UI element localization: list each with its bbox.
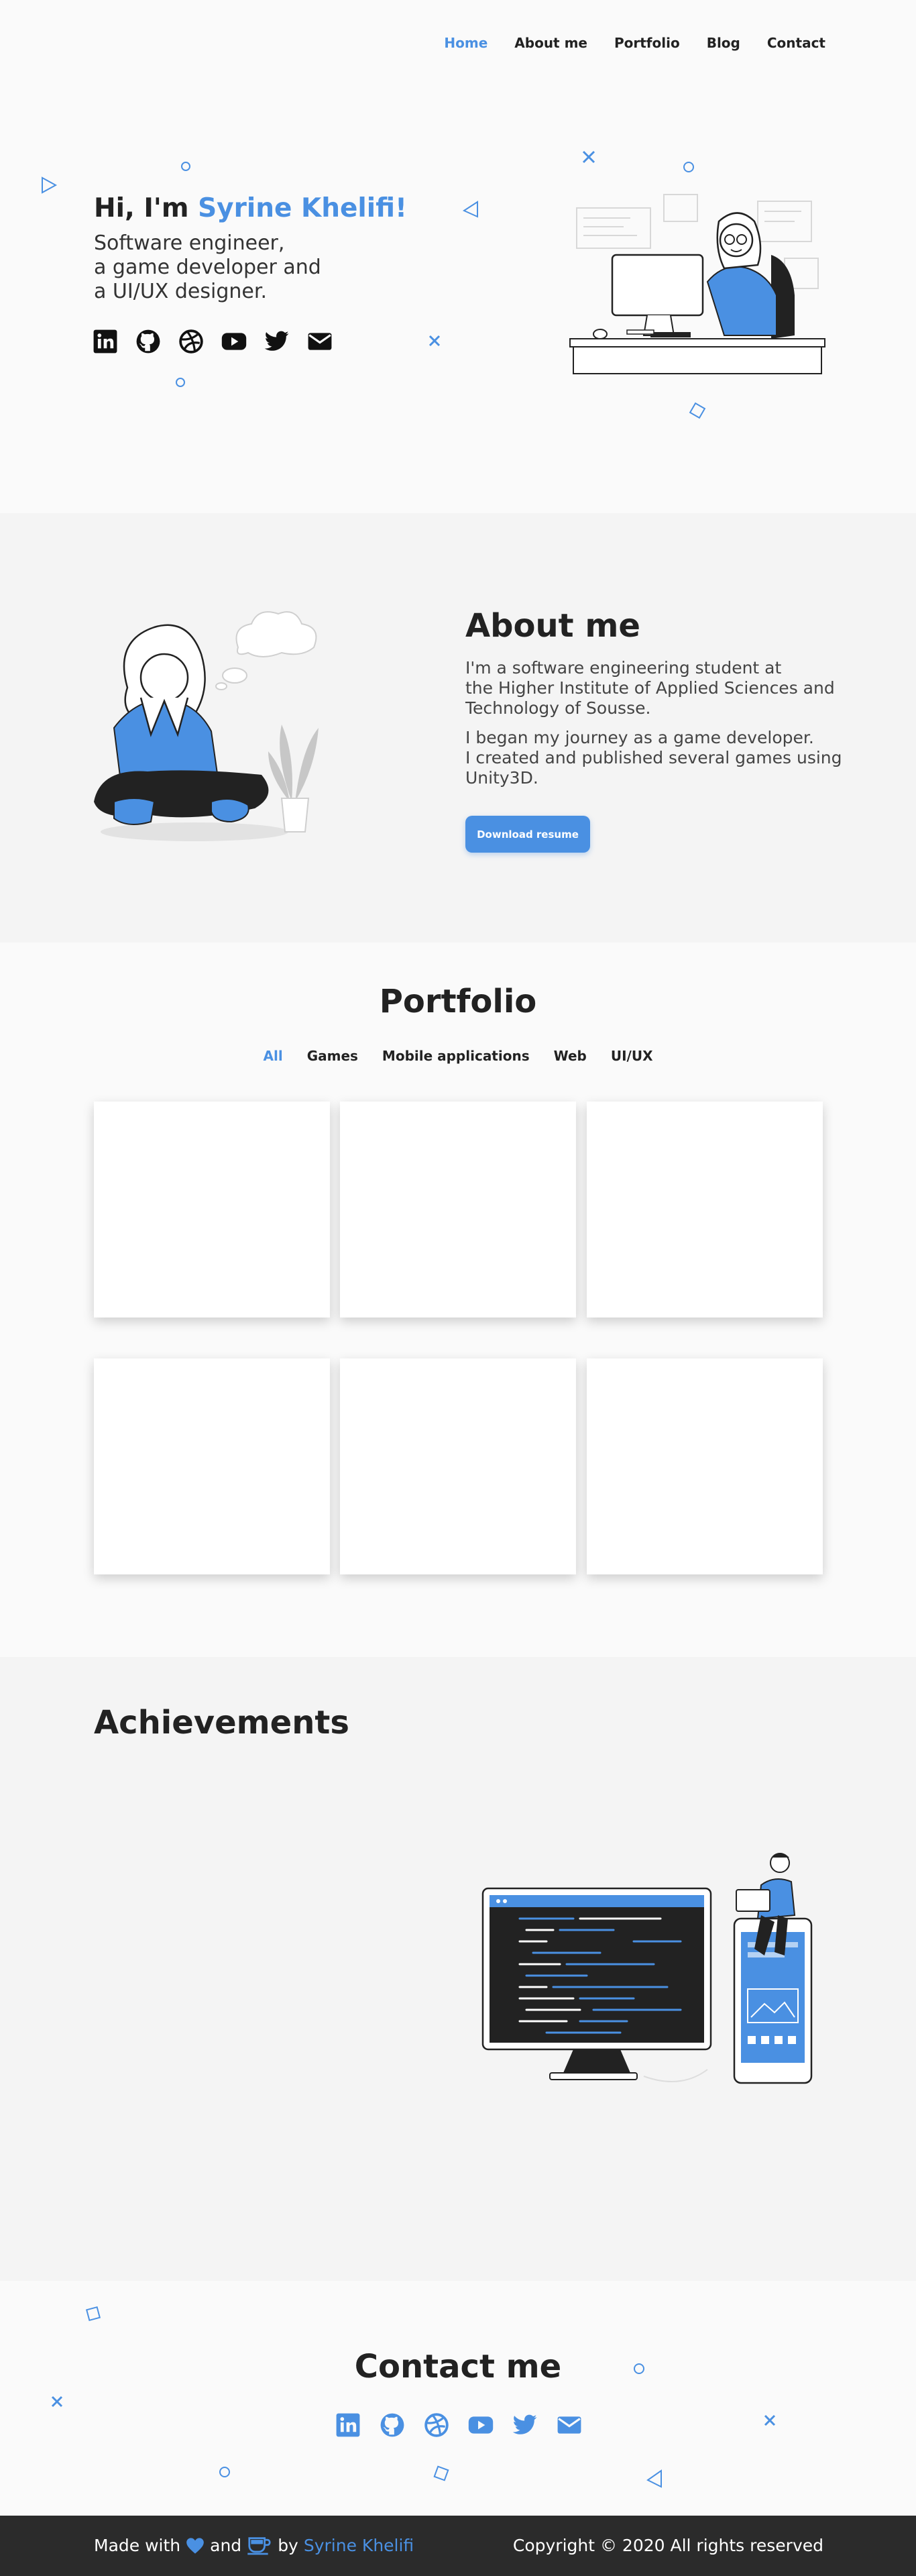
portfolio-card[interactable] — [340, 1102, 576, 1318]
youtube-icon — [468, 2416, 494, 2434]
developer-illustration — [569, 194, 825, 374]
circle-deco-icon — [219, 2467, 230, 2477]
heart-icon — [186, 2537, 204, 2554]
coding-illustration — [481, 1853, 813, 2084]
hero-subtitle-line: a UI/UX designer. — [94, 280, 267, 303]
portfolio-card[interactable] — [587, 1358, 823, 1574]
circle-deco-icon — [176, 378, 185, 387]
footer-copyright: Copyright © 2020 All rights reserved — [512, 2536, 823, 2555]
hero-title: Hi, I'm Syrine Khelifi! — [94, 193, 407, 223]
about-paragraph: I'm a software engineering student at th… — [465, 658, 881, 718]
about-title: About me — [465, 607, 640, 645]
linkedin-icon — [93, 329, 117, 354]
portfolio-card[interactable] — [587, 1102, 823, 1318]
linkedin-link[interactable] — [335, 2412, 361, 2438]
about-line: Unity3D. — [465, 768, 538, 788]
triangle-deco-icon — [462, 201, 478, 218]
nav-blog[interactable]: Blog — [707, 35, 740, 51]
contact-social-links — [335, 2412, 582, 2438]
hero-subtitle-line: a game developer and — [94, 256, 321, 279]
achievements-section: Achievements — [0, 1657, 916, 2281]
nav-about[interactable]: About me — [514, 35, 587, 51]
linkedin-icon — [336, 2413, 360, 2437]
filter-web[interactable]: Web — [554, 1048, 587, 1064]
cross-deco-icon — [764, 2414, 776, 2426]
footer-and: and — [210, 2536, 242, 2555]
dribbble-link[interactable] — [424, 2412, 449, 2438]
square-deco-icon — [689, 402, 706, 419]
github-link[interactable] — [380, 2412, 405, 2438]
triangle-deco-icon — [646, 2469, 662, 2488]
twitter-icon — [512, 2414, 537, 2434]
dribbble-link[interactable] — [178, 329, 204, 354]
about-paragraph: I began my journey as a game developer. … — [465, 728, 881, 788]
cross-deco-icon — [582, 150, 595, 164]
about-line: I began my journey as a game developer. — [465, 728, 814, 747]
footer-credits: Made with and by Syrine Khelifi — [94, 2536, 414, 2555]
github-link[interactable] — [135, 329, 161, 354]
triangle-deco-icon — [42, 176, 58, 194]
footer-made-with: Made with — [94, 2536, 181, 2555]
portfolio-card[interactable] — [340, 1358, 576, 1574]
filter-all[interactable]: All — [263, 1048, 282, 1064]
cross-deco-icon — [428, 335, 441, 347]
square-deco-icon — [85, 2306, 101, 2322]
about-line: I created and published several games us… — [465, 748, 842, 767]
about-line: I'm a software engineering student at — [465, 658, 782, 678]
nav-contact[interactable]: Contact — [767, 35, 825, 51]
square-deco-icon — [433, 2465, 449, 2481]
youtube-icon — [221, 333, 247, 350]
thinking-girl-illustration — [94, 611, 319, 841]
circle-deco-icon — [683, 162, 694, 172]
filter-ui-ux[interactable]: UI/UX — [611, 1048, 653, 1064]
portfolio-title: Portfolio — [379, 983, 537, 1020]
portfolio-card[interactable] — [94, 1358, 330, 1574]
linkedin-link[interactable] — [93, 329, 118, 354]
contact-section: Contact me — [0, 2281, 916, 2516]
cross-deco-icon — [51, 2396, 63, 2408]
email-icon — [308, 333, 332, 350]
achievements-title: Achievements — [94, 1704, 349, 1741]
email-link[interactable] — [307, 329, 333, 354]
footer: Made with and by Syrine Khelifi Copyrigh… — [0, 2516, 916, 2576]
youtube-link[interactable] — [221, 329, 247, 354]
portfolio-section: Portfolio All Games Mobile applications … — [0, 943, 916, 1657]
dribbble-icon — [424, 2413, 449, 2437]
hero-section: Home About me Portfolio Blog Contact Hi,… — [0, 0, 916, 513]
github-icon — [380, 2413, 404, 2437]
email-link[interactable] — [557, 2412, 582, 2438]
hero-greeting: Hi, I'm — [94, 193, 198, 223]
main-nav: Home About me Portfolio Blog Contact — [444, 35, 825, 51]
nav-home[interactable]: Home — [444, 35, 488, 51]
youtube-link[interactable] — [468, 2412, 494, 2438]
hero-subtitle-line: Software engineer, — [94, 231, 285, 255]
dribbble-icon — [179, 329, 203, 354]
hero-subtitle: Software engineer, a game developer and … — [94, 231, 376, 304]
footer-author-link[interactable]: Syrine Khelifi — [304, 2536, 414, 2555]
footer-by: by — [278, 2536, 298, 2555]
contact-title: Contact me — [354, 2348, 562, 2385]
circle-deco-icon — [181, 162, 190, 171]
hero-name: Syrine Khelifi! — [198, 193, 407, 223]
twitter-icon — [264, 331, 289, 351]
portfolio-card[interactable] — [94, 1102, 330, 1318]
email-icon — [557, 2416, 581, 2434]
portfolio-filters: All Games Mobile applications Web UI/UX — [0, 1048, 916, 1064]
twitter-link[interactable] — [512, 2412, 538, 2438]
hero-social-links — [93, 329, 333, 354]
about-section: About me I'm a software engineering stud… — [0, 513, 916, 943]
github-icon — [136, 329, 160, 354]
about-line: the Higher Institute of Applied Sciences… — [465, 678, 835, 698]
filter-games[interactable]: Games — [307, 1048, 358, 1064]
twitter-link[interactable] — [264, 329, 290, 354]
about-line: Technology of Sousse. — [465, 698, 651, 718]
nav-portfolio[interactable]: Portfolio — [614, 35, 680, 51]
filter-mobile-applications[interactable]: Mobile applications — [382, 1048, 530, 1064]
download-resume-button[interactable]: Download resume — [465, 816, 590, 853]
coffee-icon — [247, 2536, 271, 2555]
